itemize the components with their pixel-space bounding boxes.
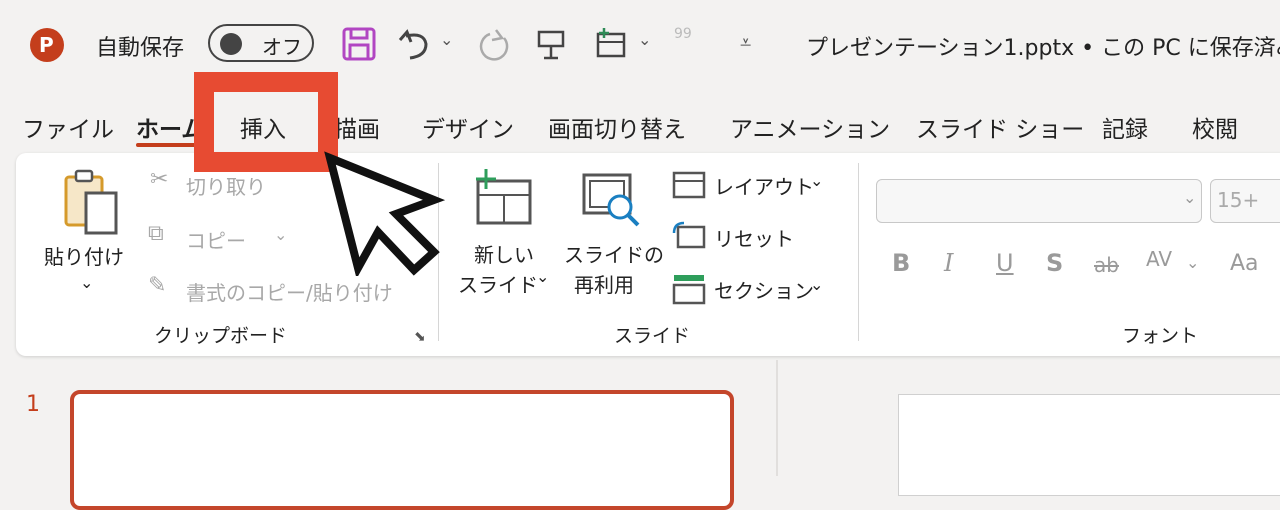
paste-dropdown-icon[interactable]: ⌄	[80, 273, 93, 292]
undo-icon[interactable]	[398, 28, 432, 60]
font-name-field[interactable]: ⌄	[876, 179, 1202, 223]
tab-record[interactable]: 記録	[1102, 110, 1148, 144]
present-icon[interactable]	[536, 28, 568, 62]
pane-divider[interactable]	[776, 360, 778, 476]
customize-toolbar-icon[interactable]: ⩡	[740, 30, 751, 54]
cut-label[interactable]: 切り取り	[186, 171, 266, 200]
section-icon[interactable]	[672, 273, 706, 305]
slide-number: 1	[26, 392, 40, 417]
copy-label[interactable]: コピー	[186, 225, 246, 254]
tab-animations[interactable]: アニメーション	[730, 110, 890, 144]
ribbon: 貼り付け ⌄ ✂ 切り取り ⧉ コピー ⌄ ✎ 書式のコピー/貼り付け クリップ…	[16, 153, 1280, 356]
tab-slideshow[interactable]: スライド ショー	[916, 110, 1084, 144]
character-spacing-button[interactable]: AV	[1146, 247, 1172, 271]
section-label[interactable]: セクション	[714, 275, 814, 304]
group-separator	[858, 163, 859, 341]
new-slide-label-2[interactable]: スライド	[458, 269, 538, 298]
tab-draw[interactable]: 描画	[334, 110, 380, 144]
reset-label[interactable]: リセット	[714, 223, 794, 252]
cut-icon[interactable]: ✂	[150, 167, 168, 192]
font-size-field[interactable]: 15+	[1210, 179, 1280, 223]
font-group-label: フォント	[1122, 325, 1199, 347]
reuse-slides-label-2[interactable]: 再利用	[574, 269, 634, 298]
document-title: プレゼンテーション1.pptx • この PC に保存済み	[806, 36, 1280, 61]
spacing-dropdown-icon[interactable]: ⌄	[1186, 253, 1199, 272]
reset-icon[interactable]	[672, 221, 706, 249]
format-painter-icon[interactable]: ✎	[148, 273, 166, 298]
slides-group-label: スライド	[614, 325, 691, 347]
spelling-icon[interactable]: 99	[674, 26, 692, 42]
font-size-value: 15+	[1217, 188, 1260, 212]
change-case-button[interactable]: Aa	[1230, 251, 1259, 276]
quick-dropdown-icon[interactable]: ⌄	[638, 30, 651, 49]
bold-button[interactable]: B	[892, 249, 910, 277]
active-tab-indicator	[136, 143, 202, 147]
layout-icon[interactable]	[672, 171, 706, 199]
new-slide-dropdown-icon[interactable]: ⌄	[536, 267, 549, 286]
autosave-toggle[interactable]: オフ	[208, 24, 314, 62]
reuse-slides-label-1[interactable]: スライドの	[564, 239, 664, 268]
section-dropdown-icon[interactable]: ⌄	[810, 275, 823, 294]
font-name-dropdown-icon[interactable]: ⌄	[1183, 188, 1196, 207]
clipboard-group-label: クリップボード	[154, 325, 288, 347]
reuse-slides-icon[interactable]	[580, 171, 644, 231]
save-icon[interactable]	[342, 27, 376, 61]
undo-dropdown-icon[interactable]: ⌄	[440, 30, 453, 49]
italic-button[interactable]: I	[944, 249, 953, 277]
dialog-launcher-icon[interactable]: ⬊	[414, 329, 426, 345]
slide-canvas[interactable]	[898, 394, 1280, 496]
new-slide-quick-icon[interactable]	[594, 26, 630, 62]
toggle-state: オフ	[262, 35, 302, 59]
copy-dropdown-icon[interactable]: ⌄	[274, 225, 287, 244]
layout-dropdown-icon[interactable]: ⌄	[810, 171, 823, 190]
layout-label[interactable]: レイアウト	[714, 171, 814, 200]
pointer-arrow-icon	[324, 151, 446, 276]
redo-icon[interactable]	[476, 28, 512, 64]
tab-review[interactable]: 校閲	[1192, 110, 1238, 144]
format-painter-label[interactable]: 書式のコピー/貼り付け	[186, 277, 393, 306]
underline-button[interactable]: U	[996, 249, 1014, 277]
powerpoint-logo-icon: P	[30, 28, 64, 62]
paste-icon[interactable]	[62, 167, 124, 241]
tab-file[interactable]: ファイル	[22, 110, 114, 144]
new-slide-icon[interactable]	[472, 169, 536, 227]
tab-transitions[interactable]: 画面切り替え	[548, 110, 686, 144]
title-bar: P 自動保存 オフ ⌄ ⌄ 99 ⩡ プレゼンテーション1.pptx • この …	[0, 0, 1280, 90]
paste-label[interactable]: 貼り付け	[44, 241, 124, 270]
toggle-knob	[220, 33, 242, 55]
autosave-label: 自動保存	[96, 36, 185, 61]
strikethrough-button[interactable]: ab	[1094, 253, 1119, 277]
insert-tab-highlight	[194, 72, 338, 172]
tab-design[interactable]: デザイン	[422, 110, 514, 144]
shadow-button[interactable]: S	[1046, 249, 1063, 277]
slide-thumbnail[interactable]	[70, 390, 734, 510]
copy-icon[interactable]: ⧉	[148, 221, 164, 246]
new-slide-label-1[interactable]: 新しい	[474, 239, 534, 268]
